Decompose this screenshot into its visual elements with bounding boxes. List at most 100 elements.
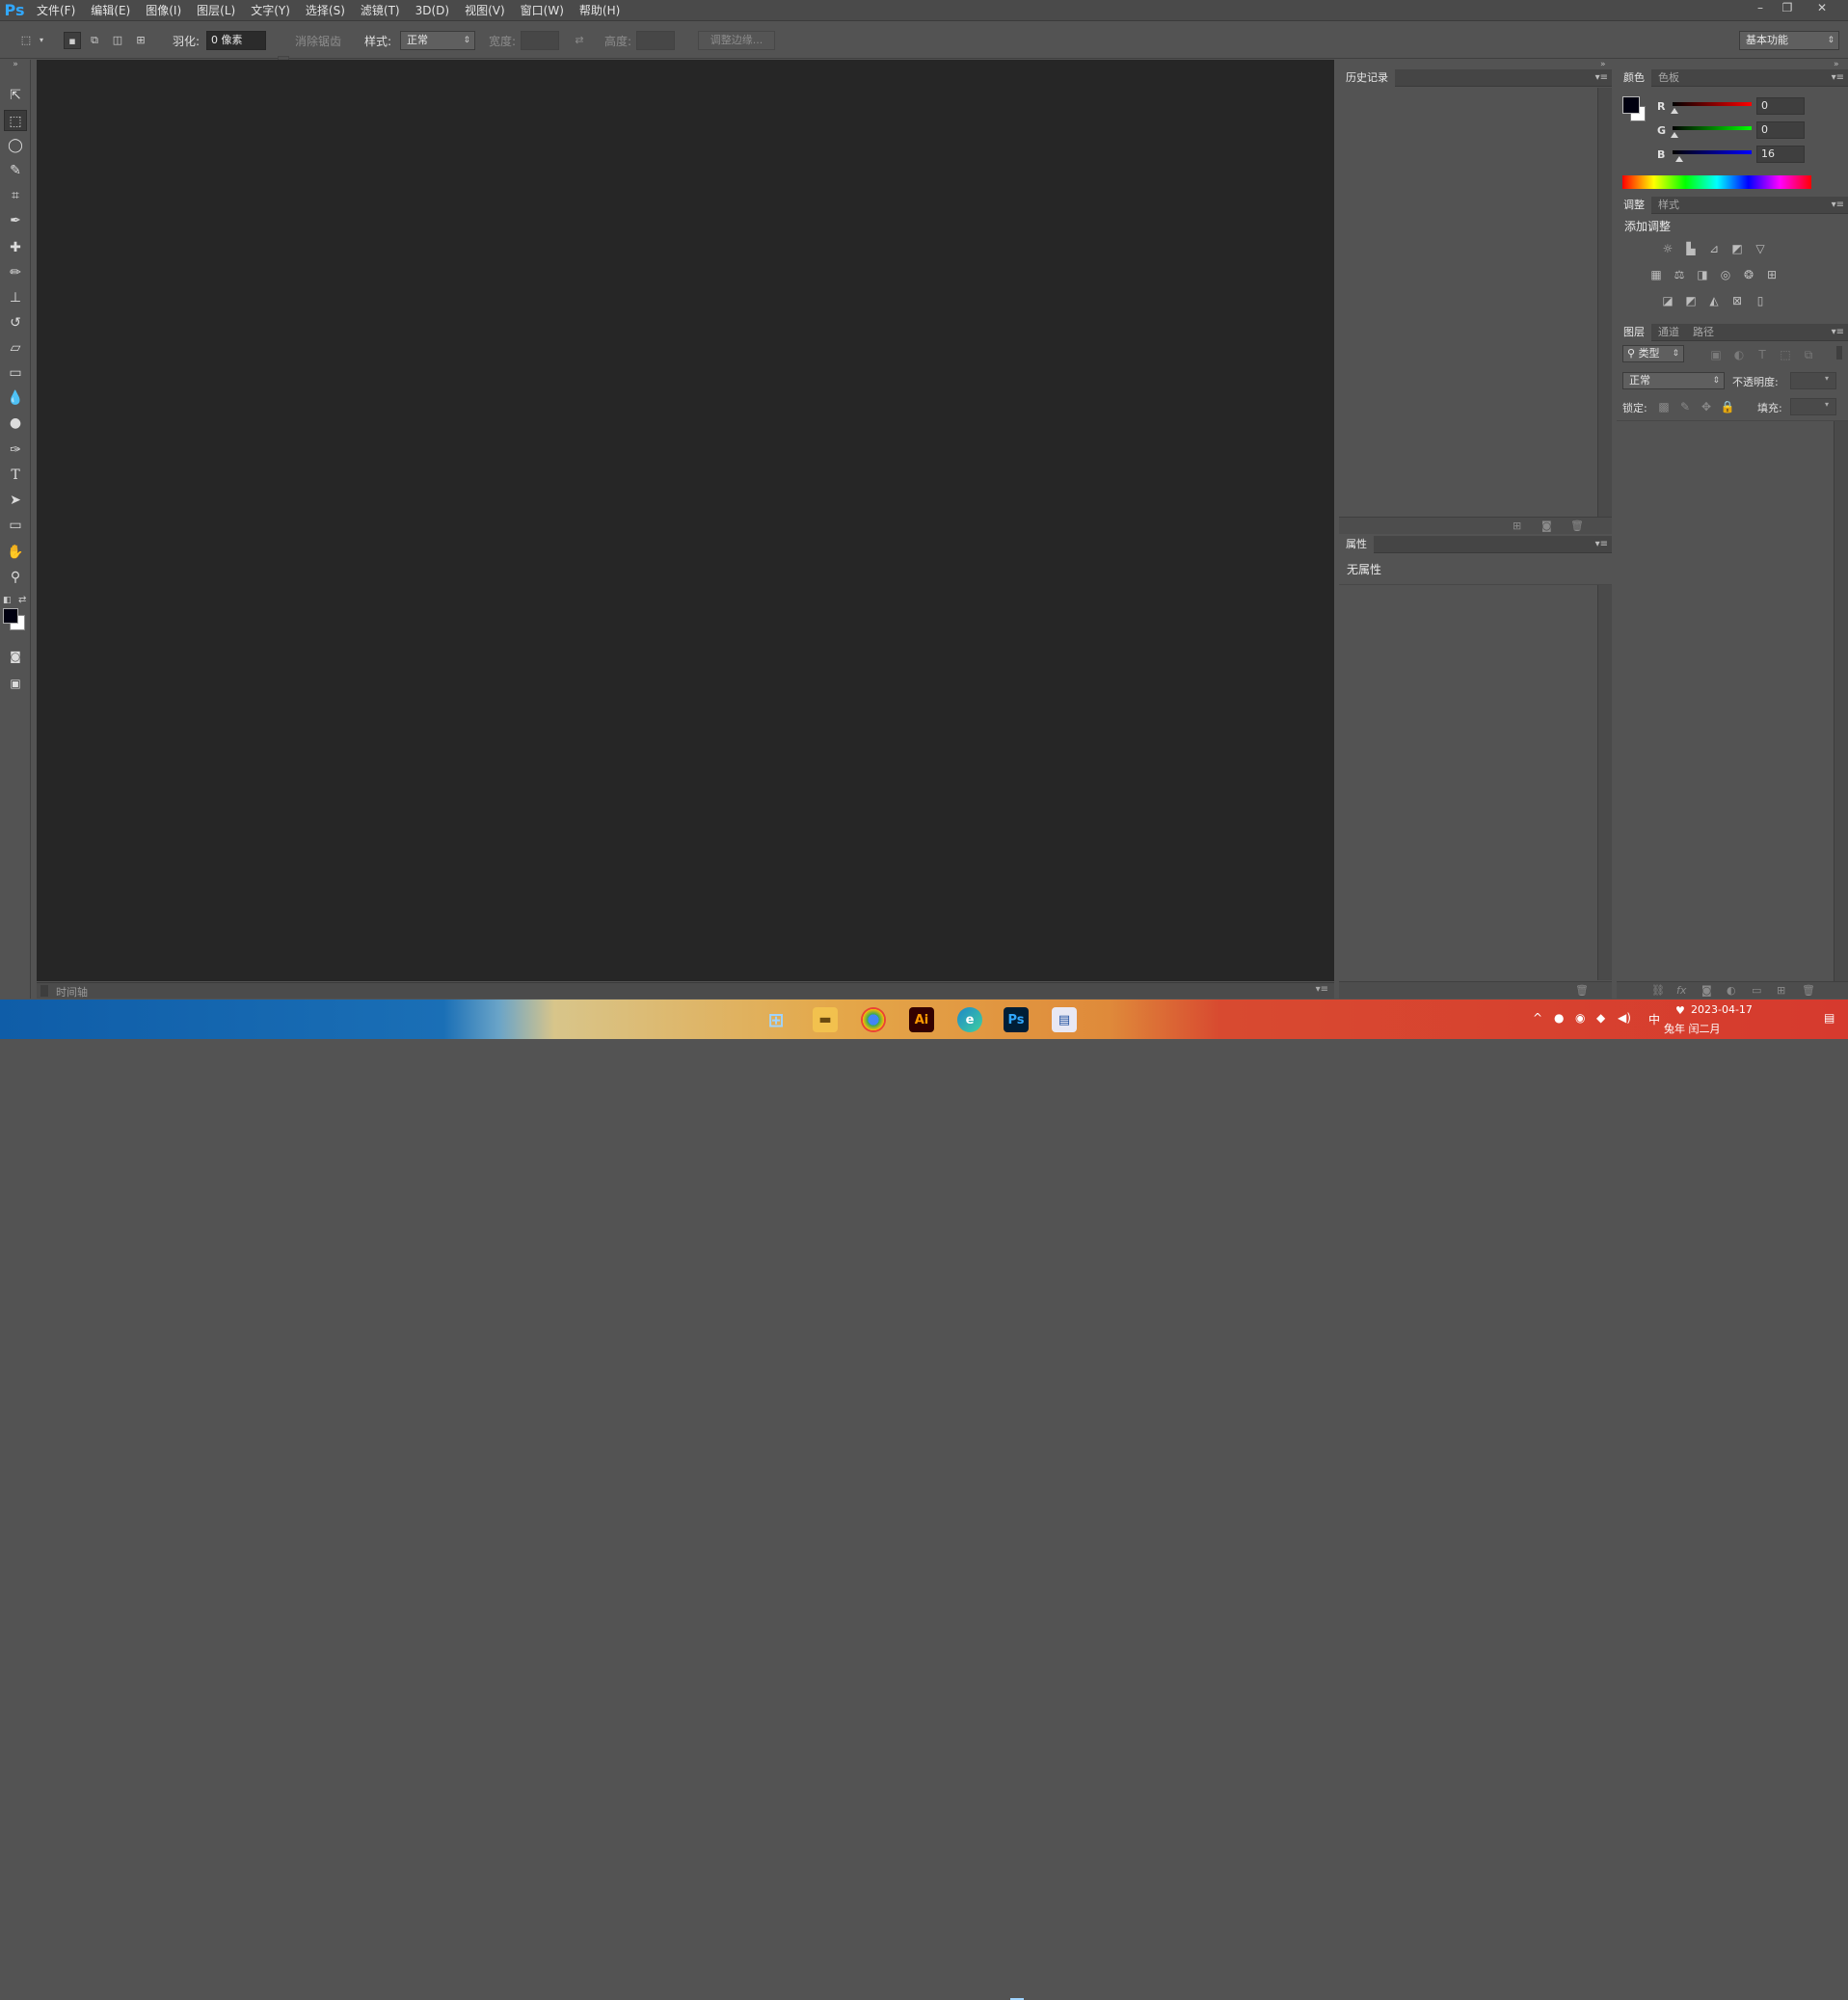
properties-menu-icon[interactable]: ▾≡ xyxy=(1595,536,1608,553)
exposure-icon[interactable]: ◩ xyxy=(1728,241,1746,256)
pen-icon[interactable]: ✑ xyxy=(4,440,27,461)
minimize-button[interactable]: – xyxy=(1747,0,1774,17)
selective-color-icon[interactable]: ⊠ xyxy=(1728,293,1746,308)
photo-filter-icon[interactable]: ◎ xyxy=(1717,267,1734,282)
height-input[interactable] xyxy=(636,31,675,50)
add-selection-icon[interactable]: ⧉ xyxy=(86,32,103,49)
edge-icon[interactable]: e xyxy=(957,1007,982,1032)
menu-3d[interactable]: 3D(D) xyxy=(408,0,457,21)
rectangular-marquee-icon[interactable]: ⬚ xyxy=(4,110,27,131)
color-lookup-icon[interactable]: ⊞ xyxy=(1763,267,1781,282)
menu-window[interactable]: 窗口(W) xyxy=(513,0,572,21)
lock-position-icon[interactable]: ✥ xyxy=(1698,399,1715,414)
filter-type-icon[interactable]: T xyxy=(1754,347,1771,362)
ime-indicator[interactable]: 中 xyxy=(1648,1011,1660,1027)
menu-layer[interactable]: 图层(L) xyxy=(189,0,243,21)
gradient-icon[interactable]: ▭ xyxy=(4,362,27,384)
intersect-selection-icon[interactable]: ⊞ xyxy=(132,32,149,49)
foreground-color-swatch[interactable] xyxy=(3,608,18,624)
chrome-icon[interactable] xyxy=(861,1007,886,1032)
layers-menu-icon[interactable]: ▾≡ xyxy=(1832,324,1844,341)
collapse-toolbox-icon[interactable]: » xyxy=(0,60,31,73)
delete-state-icon[interactable]: 🗑 xyxy=(1570,520,1584,533)
refine-edge-button[interactable]: 调整边缘... xyxy=(698,31,775,50)
illustrator-icon[interactable]: Ai xyxy=(909,1007,934,1032)
black-white-icon[interactable]: ◨ xyxy=(1694,267,1711,282)
history-brush-icon[interactable]: ↺ xyxy=(4,312,27,333)
tray-wechat-icon[interactable]: ◉ xyxy=(1575,1011,1585,1025)
hand-icon[interactable]: ✋ xyxy=(4,542,27,563)
type-icon[interactable]: T xyxy=(4,465,27,486)
notepad-icon[interactable]: ▤ xyxy=(1052,1007,1077,1032)
link-layers-icon[interactable]: ⛓ xyxy=(1651,984,1665,998)
rectangle-shape-icon[interactable]: ▭ xyxy=(4,515,27,536)
timeline-bar[interactable]: 时间轴 ▾≡ xyxy=(37,982,1334,999)
tab-color[interactable]: 颜色 xyxy=(1617,69,1651,87)
brightness-icon[interactable]: ☼ xyxy=(1659,241,1676,256)
filter-shape-icon[interactable]: ⬚ xyxy=(1777,347,1794,362)
file-explorer-icon[interactable]: ▬ xyxy=(813,1007,838,1032)
filter-adjustment-icon[interactable]: ◐ xyxy=(1730,347,1748,362)
fill-dropdown-icon[interactable]: ▾ xyxy=(1825,400,1829,409)
curves-icon[interactable]: ⊿ xyxy=(1705,241,1723,256)
delete-layer-icon[interactable]: 🗑 xyxy=(1802,984,1815,998)
quick-selection-icon[interactable]: ✎ xyxy=(4,160,27,181)
layer-filter-select[interactable]: ⚲ 类型 xyxy=(1622,345,1684,362)
threshold-icon[interactable]: ◭ xyxy=(1705,293,1723,308)
restore-button[interactable]: ❐ xyxy=(1774,0,1801,17)
brush-icon[interactable]: ✏ xyxy=(4,262,27,283)
b-value-input[interactable]: 16 xyxy=(1756,146,1805,163)
posterize-icon[interactable]: ◩ xyxy=(1682,293,1700,308)
gradient-map-icon[interactable]: ▯ xyxy=(1752,293,1769,308)
eraser-icon[interactable]: ▱ xyxy=(4,337,27,359)
tab-styles[interactable]: 样式 xyxy=(1651,197,1686,214)
history-list[interactable] xyxy=(1339,88,1597,517)
eyedropper-icon[interactable]: ✒ xyxy=(4,210,27,231)
history-menu-icon[interactable]: ▾≡ xyxy=(1595,69,1608,87)
menu-image[interactable]: 图像(I) xyxy=(138,0,189,21)
feather-input[interactable]: 0 像素 xyxy=(206,31,266,50)
new-selection-icon[interactable]: ▪ xyxy=(64,32,81,49)
close-button[interactable]: ✕ xyxy=(1808,0,1835,17)
g-value-input[interactable]: 0 xyxy=(1756,121,1805,139)
tab-history[interactable]: 历史记录 xyxy=(1339,69,1395,87)
b-slider-thumb[interactable] xyxy=(1675,156,1683,162)
new-adjustment-layer-icon[interactable]: ◐ xyxy=(1727,984,1736,998)
default-colors-icon[interactable]: ◧ xyxy=(3,596,12,605)
new-group-icon[interactable]: ▭ xyxy=(1752,984,1761,998)
document-area[interactable] xyxy=(37,60,1334,981)
r-slider-track[interactable] xyxy=(1673,102,1752,106)
fill-input[interactable] xyxy=(1790,398,1836,415)
style-select[interactable]: 正常 xyxy=(400,31,475,50)
filter-pixel-icon[interactable]: ▣ xyxy=(1707,347,1725,362)
zoom-icon[interactable]: ⚲ xyxy=(4,567,27,588)
levels-icon[interactable]: ▙ xyxy=(1682,241,1700,256)
new-layer-icon[interactable]: ⊞ xyxy=(1777,984,1785,998)
tab-paths[interactable]: 路径 xyxy=(1686,324,1721,341)
layers-list[interactable] xyxy=(1617,421,1834,981)
lock-transparent-icon[interactable]: ▩ xyxy=(1655,399,1673,414)
quick-mask-icon[interactable]: ◙ xyxy=(4,646,27,667)
color-menu-icon[interactable]: ▾≡ xyxy=(1832,69,1844,87)
channel-mixer-icon[interactable]: ❂ xyxy=(1740,267,1757,282)
filter-toggle[interactable] xyxy=(1836,346,1842,360)
tab-adjustments[interactable]: 调整 xyxy=(1617,197,1651,214)
clock-lunar[interactable]: 兔年 闰二月 xyxy=(1664,1021,1721,1036)
r-slider-thumb[interactable] xyxy=(1671,108,1678,114)
vibrance-icon[interactable]: ▽ xyxy=(1752,241,1769,256)
opacity-dropdown-icon[interactable]: ▾ xyxy=(1825,374,1829,383)
history-scrollbar[interactable] xyxy=(1597,88,1612,517)
tab-layers[interactable]: 图层 xyxy=(1617,324,1651,341)
tab-properties[interactable]: 属性 xyxy=(1339,536,1374,553)
color-balance-icon[interactable]: ⚖ xyxy=(1671,267,1688,282)
start-icon[interactable]: ⊞ xyxy=(763,1007,789,1032)
healing-brush-icon[interactable]: ✚ xyxy=(4,237,27,258)
menu-filter[interactable]: 滤镜(T) xyxy=(353,0,408,21)
path-selection-icon[interactable]: ➤ xyxy=(4,490,27,511)
color-fg-swatch[interactable] xyxy=(1622,96,1640,114)
tab-swatches[interactable]: 色板 xyxy=(1651,69,1686,87)
clock-date[interactable]: 2023-04-17 xyxy=(1691,1003,1753,1016)
subtract-selection-icon[interactable]: ◫ xyxy=(109,32,126,49)
snapshot-camera-icon[interactable]: ◙ xyxy=(1541,520,1552,533)
lock-image-icon[interactable]: ✎ xyxy=(1676,399,1694,414)
